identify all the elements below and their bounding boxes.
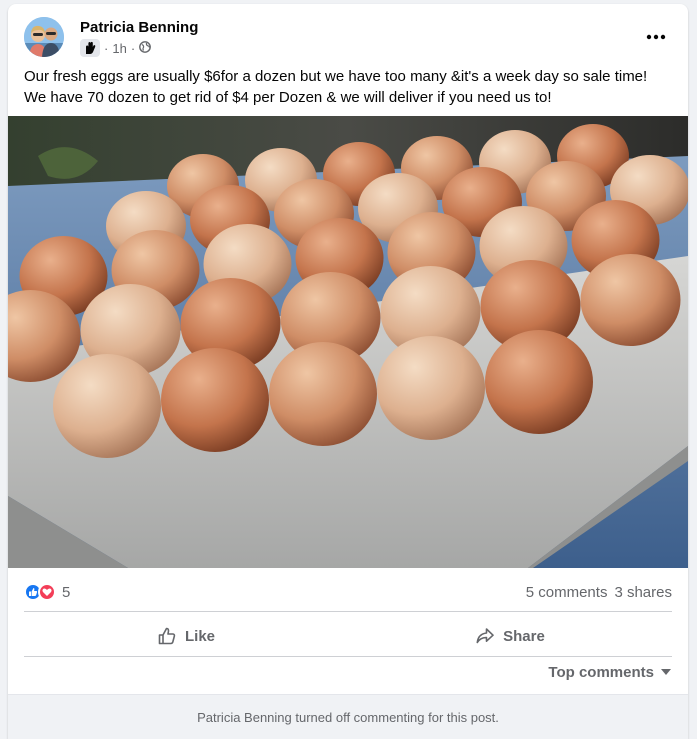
post-time[interactable]: 1h [112,41,126,56]
comments-count[interactable]: 5 comments [526,584,608,601]
divider [24,656,672,657]
post-meta: · 1h · [80,39,152,57]
post-header: Patricia Benning · 1h · [24,17,672,61]
shares-count[interactable]: 3 shares [614,584,672,601]
action-bar: Like Share [24,616,672,656]
more-options-button[interactable] [640,21,672,53]
hand-badge-icon[interactable] [80,39,100,57]
globe-icon[interactable] [139,40,152,56]
author-name[interactable]: Patricia Benning [80,19,198,36]
post-card: Patricia Benning · 1h · Our fresh eggs a… [8,4,688,739]
commenting-disabled-notice: Patricia Benning turned off commenting f… [8,694,688,739]
egg [377,336,485,440]
share-arrow-icon [476,628,494,644]
meta-separator: · [104,40,109,56]
post-stats: 5 5 comments 3 shares [24,581,672,603]
caption-line: We have 70 dozen to get rid of $4 per Do… [24,89,552,106]
like-label: Like [184,627,215,645]
egg [161,348,269,452]
egg-carton-photo [8,116,688,568]
thumbs-up-icon [158,627,176,645]
meta-separator: · [130,40,136,56]
more-dots-icon [646,34,666,40]
reaction-summary[interactable]: 5 [24,583,70,601]
egg [485,330,593,434]
author-avatar[interactable] [24,17,64,57]
divider [24,611,672,612]
egg [580,254,681,346]
caption-line: Our fresh eggs are usually $6for a dozen… [24,68,648,85]
share-button[interactable]: Share [348,616,672,656]
egg [53,354,161,458]
share-label: Share [503,627,545,645]
reaction-count: 5 [62,583,71,601]
caret-down-icon [661,669,671,675]
post-caption: Our fresh eggs are usually $6for a dozen… [24,66,676,108]
egg [269,342,377,446]
like-button[interactable]: Like [24,616,348,656]
post-photo[interactable] [8,116,688,568]
love-reaction-icon [38,583,56,601]
comment-sort-label: Top comments [548,663,654,681]
reaction-icons [24,583,56,601]
comment-sort-dropdown[interactable]: Top comments [548,661,672,683]
commenting-disabled-text: Patricia Benning turned off commenting f… [197,709,499,725]
engagement-counts: 5 comments 3 shares [526,584,672,601]
